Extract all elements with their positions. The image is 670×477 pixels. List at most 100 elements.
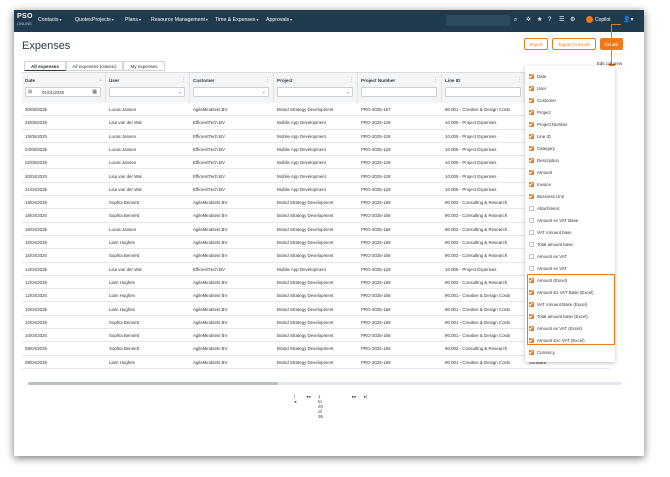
next-page-icon[interactable]: ▸▸ <box>352 394 357 400</box>
table-row[interactable]: 12/04/2025 Lisa van der Wal EfficientTech … <box>22 263 610 276</box>
table-row[interactable]: 12/04/2025 Liam Hughes AgileMindsets BV Bra… <box>22 289 610 303</box>
column-menu-icon[interactable]: ⋮ <box>265 77 270 83</box>
checkbox-checked-icon[interactable] <box>529 97 534 103</box>
table-row[interactable]: 12/04/2025 Liam Hughes AgileMindsets BV Bra… <box>22 276 610 290</box>
column-filter-input[interactable] <box>361 87 437 97</box>
table-row[interactable]: 15/04/2025 Liam Hughes AgileMindsets BV Bra… <box>22 236 610 250</box>
nav-item-projects[interactable]: Projects▾ <box>92 17 114 23</box>
nav-item-quotes[interactable]: Quotes <box>75 17 92 23</box>
search-icon[interactable]: ⌕ <box>514 16 517 24</box>
column-option[interactable]: Project Number <box>529 120 613 130</box>
export-to-excel-button[interactable]: Export to Excel <box>552 38 596 50</box>
checkbox-empty-icon[interactable] <box>529 265 534 271</box>
column-filter-input[interactable]: ⌄ <box>193 87 269 97</box>
column-header-user[interactable]: User ⋮ ⌄ <box>106 73 190 103</box>
column-header-line-id[interactable]: Line ID ⋮ <box>442 73 526 103</box>
table-row[interactable]: 10/04/2025 Sophia Bennett AgileMindsets BV… <box>22 329 610 343</box>
table-row[interactable]: 04/05/2025 Lucas Jansen EfficientTech BV Mo… <box>22 143 610 157</box>
column-option[interactable]: Amount ex VAT Base <box>529 216 613 226</box>
tab-my-expenses[interactable]: My expenses <box>123 61 165 71</box>
column-filter-input[interactable]: ⌄ <box>277 87 353 97</box>
user-avatar-icon[interactable]: 👤▾ <box>623 16 633 23</box>
copilot-button[interactable]: Copilot <box>586 15 611 26</box>
table-row[interactable]: 25/05/2025 Lisa van der Wal EfficientTech … <box>22 116 610 130</box>
column-filter-input[interactable]: ⊠ 01/01/2025 ▦ <box>25 87 101 97</box>
table-row[interactable]: 15/04/2025 Sophia Bennett AgileMindsets BV… <box>22 249 610 263</box>
checkbox-checked-icon[interactable] <box>529 157 534 163</box>
first-page-icon[interactable]: |◂ <box>294 394 296 405</box>
checkbox-checked-icon[interactable] <box>529 133 534 139</box>
nav-item-plans[interactable]: Plans▾ <box>125 17 141 23</box>
column-menu-icon[interactable]: ⋮ <box>181 77 186 83</box>
column-option[interactable]: Attachment <box>529 204 613 214</box>
nav-item-resource-management[interactable]: Resource Management▾ <box>151 17 208 23</box>
checkbox-empty-icon[interactable] <box>529 241 534 247</box>
column-header-customer[interactable]: Customer ⋮ ⌄ <box>190 73 274 103</box>
column-option[interactable]: Amount ex VAT <box>529 264 613 274</box>
search-input[interactable] <box>446 15 510 26</box>
column-option[interactable]: Total amount base <box>529 240 613 250</box>
horizontal-scrollbar[interactable] <box>28 382 622 385</box>
nav-item-time-expenses[interactable]: Time & Expenses▾ <box>215 17 258 23</box>
checkbox-empty-icon[interactable] <box>529 229 534 235</box>
nav-item-contacts[interactable]: Contacts▾ <box>38 17 62 23</box>
table-row[interactable]: 10/04/2025 Liam Hughes AgileMindsets BV Bra… <box>22 303 610 316</box>
column-option[interactable]: Customer <box>529 96 613 106</box>
column-option[interactable]: User <box>529 84 613 94</box>
star-icon[interactable]: ★ <box>537 16 542 24</box>
checkbox-checked-icon[interactable] <box>529 121 534 127</box>
column-menu-icon[interactable]: ⋮ <box>517 77 522 83</box>
checkbox-empty-icon[interactable] <box>529 253 534 259</box>
checkbox-empty-icon[interactable] <box>529 217 534 223</box>
gear-icon[interactable]: ⚙ <box>570 16 575 24</box>
table-row[interactable]: 16/04/2025 Lucas Jansen AgileMindsets BV Br… <box>22 223 610 236</box>
column-filter-input[interactable] <box>445 87 521 97</box>
column-header-project[interactable]: Project ⋮ ⌄ <box>274 73 358 103</box>
column-option[interactable]: Date <box>529 72 613 82</box>
checkbox-checked-icon[interactable] <box>529 181 534 187</box>
checkbox-checked-icon[interactable] <box>529 169 534 175</box>
column-option[interactable]: Line ID <box>529 132 613 142</box>
logo[interactable]: PSO ONLINE <box>17 13 35 29</box>
previous-page-icon[interactable]: ◂◂ <box>306 394 311 400</box>
column-option[interactable]: VAT Amount base <box>529 228 613 238</box>
column-menu-icon[interactable]: ⋮ <box>349 77 354 83</box>
table-row[interactable]: 02/05/2025 Lucas Jansen EfficientTech BV Mo… <box>22 156 610 170</box>
column-option[interactable]: Invoice <box>529 180 613 190</box>
column-option[interactable]: Amount <box>529 168 613 178</box>
column-menu-icon[interactable]: ⋮ <box>433 77 438 83</box>
column-option[interactable]: Description <box>529 156 613 166</box>
scrollbar-thumb[interactable] <box>28 382 278 385</box>
checkbox-checked-icon[interactable] <box>529 349 534 355</box>
column-option[interactable]: Category <box>529 144 613 154</box>
table-row[interactable]: 30/05/2025 Lucas Jansen AgileMindsets BV Br… <box>22 103 610 117</box>
table-row[interactable]: 21/04/2025 Lisa van der Wal EfficientTech … <box>22 183 610 197</box>
calendar-icon[interactable]: ▦ <box>92 89 97 95</box>
checkbox-checked-icon[interactable] <box>529 73 534 79</box>
column-header-date[interactable]: Date ↓ ⊠ 01/01/2025 ▦ <box>22 73 106 103</box>
nav-item-approvals[interactable]: Approvals▾ <box>266 17 292 23</box>
table-row[interactable]: 15/05/2025 Lucas Jansen EfficientTech BV Mo… <box>22 130 610 143</box>
date-filter-value[interactable]: 01/01/2025 <box>42 90 64 95</box>
table-row[interactable]: 19/04/2025 Sophia Bennett AgileMindsets BV… <box>22 196 610 210</box>
table-row[interactable]: 08/04/2025 Sophia Bennett AgileMindsets BV… <box>22 342 610 356</box>
date-clear-icon[interactable]: ⊠ <box>28 89 32 95</box>
checkbox-checked-icon[interactable] <box>529 109 534 115</box>
column-filter-input[interactable]: ⌄ <box>109 87 185 97</box>
tab-all-expenses-classic[interactable]: All expenses (classic) <box>66 61 123 71</box>
column-option[interactable]: Business Unit <box>529 192 613 202</box>
last-page-icon[interactable]: ▸| <box>364 394 368 400</box>
column-header-project-number[interactable]: Project Number ⋮ <box>358 73 442 103</box>
table-row[interactable]: 18/04/2025 Sophia Bennett AgileMindsets BV… <box>22 209 610 223</box>
chat-icon[interactable]: ☰ <box>559 16 564 24</box>
column-option[interactable]: Project <box>529 108 613 118</box>
checkbox-empty-icon[interactable] <box>529 205 534 211</box>
checkbox-checked-icon[interactable] <box>529 85 534 91</box>
column-option[interactable]: Amount ex VAT <box>529 252 613 262</box>
column-option[interactable]: Currency <box>529 348 613 358</box>
table-row[interactable]: 30/04/2025 Lisa van der Wal EfficientTech … <box>22 170 610 183</box>
help-icon[interactable]: ? <box>548 16 551 24</box>
settings-icon[interactable]: ✲ <box>526 16 531 24</box>
checkbox-checked-icon[interactable] <box>529 193 534 199</box>
checkbox-checked-icon[interactable] <box>529 145 534 151</box>
